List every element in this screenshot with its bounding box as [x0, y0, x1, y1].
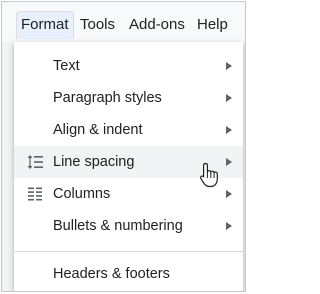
menu-help[interactable]: Help	[197, 11, 228, 39]
menu-format[interactable]: Format	[16, 11, 74, 39]
line-spacing-icon	[27, 155, 43, 169]
menu-item-label: Headers & footers	[53, 266, 170, 282]
menu-bar: Format Tools Add-ons Help	[2, 2, 245, 42]
menu-item-label: Bullets & numbering	[53, 218, 183, 234]
menu-item-text[interactable]: Text	[14, 50, 243, 82]
columns-icon	[28, 187, 42, 201]
menu-item-label: Text	[53, 58, 80, 74]
format-menu-dropdown: Text Paragraph styles Align & indent Lin…	[14, 42, 243, 291]
menu-item-paragraph-styles[interactable]: Paragraph styles	[14, 82, 243, 114]
submenu-arrow-icon	[226, 158, 232, 166]
submenu-arrow-icon	[226, 190, 232, 198]
menu-item-bullets-numbering[interactable]: Bullets & numbering	[14, 210, 243, 242]
submenu-arrow-icon	[226, 126, 232, 134]
menu-item-headers-footers[interactable]: Headers & footers	[14, 258, 243, 290]
submenu-arrow-icon	[226, 222, 232, 230]
document-background	[2, 42, 14, 291]
submenu-arrow-icon	[226, 94, 232, 102]
hand-pointer-cursor-icon	[200, 162, 218, 188]
menu-item-align-indent[interactable]: Align & indent	[14, 114, 243, 146]
menu-tools[interactable]: Tools	[80, 11, 115, 39]
menu-item-label: Columns	[53, 186, 111, 202]
menu-item-label: Paragraph styles	[53, 90, 162, 106]
submenu-arrow-icon	[226, 62, 232, 70]
menu-add-ons[interactable]: Add-ons	[129, 11, 185, 39]
menu-item-label: Line spacing	[53, 154, 135, 170]
menu-divider	[14, 251, 243, 252]
menu-item-label: Align & indent	[53, 122, 143, 138]
app-window: Format Tools Add-ons Help Text Paragraph…	[1, 1, 246, 292]
